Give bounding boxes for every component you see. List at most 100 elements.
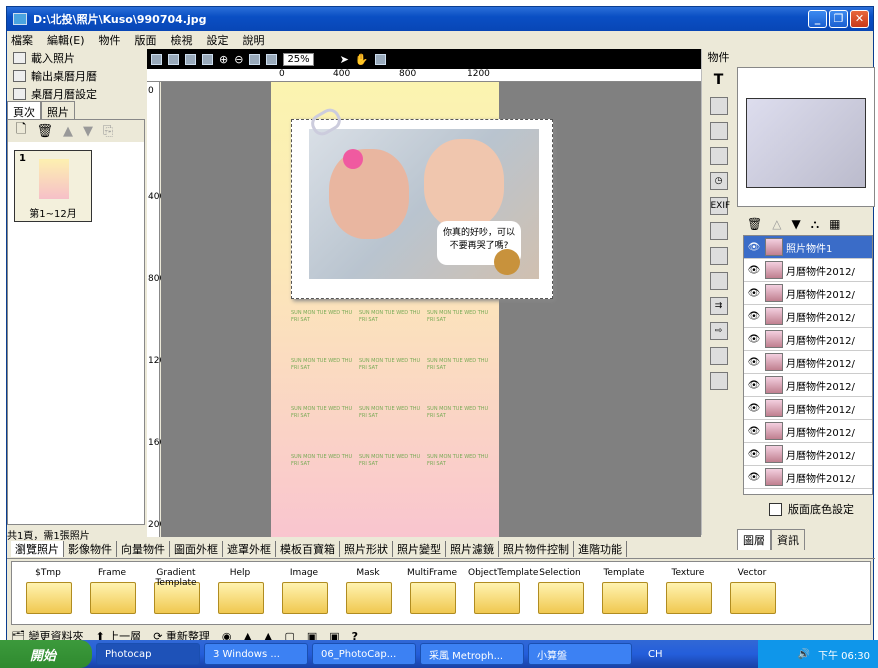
hand-icon[interactable]: ✋: [355, 53, 369, 66]
tab-advanced[interactable]: 進階功能: [574, 540, 627, 557]
eye-icon[interactable]: 👁: [746, 380, 762, 391]
layer-item[interactable]: 👁 月曆物件2012/: [744, 305, 872, 328]
layer-item[interactable]: 👁 照片物件1: [744, 236, 872, 259]
move-down-icon[interactable]: ▼: [791, 217, 800, 231]
tab-photo-control[interactable]: 照片物件控制: [499, 540, 574, 557]
tab-frames[interactable]: 圖面外框: [170, 540, 223, 557]
menu-view[interactable]: 檢視: [171, 32, 193, 48]
task-photocap[interactable]: Photocap: [96, 643, 200, 665]
clock-icon[interactable]: ◷: [709, 172, 728, 190]
photo-object[interactable]: 你真的好吵，可以 不要再哭了嗎?: [291, 104, 553, 299]
folder-item[interactable]: Template: [596, 568, 652, 618]
tab-browse-photos[interactable]: 瀏覽照片: [11, 540, 64, 557]
folder-item[interactable]: ObjectTemplate: [468, 568, 538, 618]
folder-item[interactable]: MultiFrame: [404, 568, 460, 618]
down-arrow-icon[interactable]: ▼: [83, 124, 93, 139]
pointer-icon[interactable]: ➤: [340, 53, 349, 66]
preview-image[interactable]: [746, 98, 866, 188]
folder-item[interactable]: Mask: [340, 568, 396, 618]
tab-photo-filters[interactable]: 照片濾鏡: [446, 540, 499, 557]
arrow-right-icon[interactable]: ⇨: [709, 322, 728, 340]
tab-image-objects[interactable]: 影像物件: [64, 540, 117, 557]
eye-icon[interactable]: 👁: [746, 357, 762, 368]
calendar-page[interactable]: 你真的好吵，可以 不要再哭了嗎? SUN MON TUE WED THU FRI…: [271, 82, 553, 537]
text-tool-icon[interactable]: T: [710, 72, 728, 90]
tab-masks[interactable]: 遮罩外框: [223, 540, 276, 557]
actual-size-icon[interactable]: [266, 53, 278, 65]
tab-vector-objects[interactable]: 向量物件: [117, 540, 170, 557]
page-thumbnail[interactable]: 1 第1~12月: [14, 150, 92, 222]
menu-file[interactable]: 檔案: [11, 32, 33, 48]
undo-icon[interactable]: [151, 53, 162, 65]
folder-item[interactable]: Selection: [532, 568, 588, 618]
layer-item[interactable]: 👁 月曆物件2012/: [744, 328, 872, 351]
eye-icon[interactable]: 👁: [746, 311, 762, 322]
eye-icon[interactable]: 👁: [746, 472, 762, 483]
cake-icon[interactable]: [709, 222, 728, 240]
delete-layer-icon[interactable]: 🗑: [747, 217, 762, 231]
fit-icon[interactable]: [249, 53, 261, 65]
tab-photo-shapes[interactable]: 照片形狀: [340, 540, 393, 557]
select-icon[interactable]: [374, 53, 386, 65]
folder-item[interactable]: Texture: [660, 568, 716, 618]
tab-pages[interactable]: 頁次: [7, 101, 41, 119]
layer-tool-icon[interactable]: [709, 147, 728, 165]
redo-icon[interactable]: [168, 53, 179, 65]
arrows-icon[interactable]: ⇉: [709, 297, 728, 315]
minimize-button[interactable]: _: [808, 10, 827, 28]
copy-object-icon[interactable]: [185, 53, 196, 65]
folder-item[interactable]: Gradient Template: [148, 568, 204, 618]
folder-item[interactable]: $Tmp: [20, 568, 76, 618]
layer-item[interactable]: 👁 月曆物件2012/: [744, 282, 872, 305]
load-photo-button[interactable]: 載入照片: [7, 49, 145, 67]
layer-item[interactable]: 👁 月曆物件2012/: [744, 351, 872, 374]
speech-icon[interactable]: [709, 272, 728, 290]
task-windows[interactable]: 3 Windows ...: [204, 643, 308, 665]
frame-tool-icon[interactable]: [709, 122, 728, 140]
layer-item[interactable]: 👁 月曆物件2012/: [744, 420, 872, 443]
lock-icon[interactable]: ⛬: [811, 217, 819, 232]
image-tool-icon[interactable]: [709, 97, 728, 115]
restore-button[interactable]: ❐: [829, 10, 848, 28]
folder-item[interactable]: Help: [212, 568, 268, 618]
eye-icon[interactable]: 👁: [746, 265, 762, 276]
eye-icon[interactable]: 👁: [746, 288, 762, 299]
task-photocap-doc[interactable]: 06_PhotoCap...: [312, 643, 416, 665]
clock[interactable]: 下午 06:30: [818, 647, 870, 662]
folder-item[interactable]: Image: [276, 568, 332, 618]
move-up-icon[interactable]: △: [772, 217, 781, 231]
volume-icon[interactable]: 🔊: [798, 649, 810, 660]
eye-icon[interactable]: 👁: [746, 334, 762, 345]
menu-object[interactable]: 物件: [99, 32, 121, 48]
up-arrow-icon[interactable]: ▲: [63, 124, 73, 139]
tab-photo-transform[interactable]: 照片變型: [393, 540, 446, 557]
tab-photos[interactable]: 照片: [41, 101, 75, 119]
calendar-icon[interactable]: [709, 247, 728, 265]
layer-item[interactable]: 👁 月曆物件2012/: [744, 397, 872, 420]
layer-item[interactable]: 👁 月曆物件2012/: [744, 374, 872, 397]
eye-icon[interactable]: 👁: [746, 403, 762, 414]
start-button[interactable]: 開始: [0, 640, 92, 668]
new-page-icon[interactable]: 🗋: [16, 120, 26, 142]
copy-icon[interactable]: ⎘: [103, 124, 113, 139]
menu-settings[interactable]: 設定: [207, 32, 229, 48]
paste-object-icon[interactable]: [202, 53, 213, 65]
bg-color-setting[interactable]: 版面底色設定: [769, 501, 854, 517]
menu-edit[interactable]: 編輯(E): [47, 32, 85, 48]
menu-layout[interactable]: 版面: [135, 32, 157, 48]
eye-icon[interactable]: 👁: [746, 242, 762, 253]
delete-icon[interactable]: 🗑: [36, 124, 53, 139]
bg-color-checkbox[interactable]: [769, 502, 782, 516]
pattern-icon[interactable]: [709, 372, 728, 390]
close-button[interactable]: ✕: [850, 10, 869, 28]
exif-icon[interactable]: EXIF: [709, 197, 730, 215]
canvas-area[interactable]: 你真的好吵，可以 不要再哭了嗎? SUN MON TUE WED THU FRI…: [161, 82, 701, 537]
layer-item[interactable]: 👁 月曆物件2012/: [744, 443, 872, 466]
layer-item[interactable]: 👁 月曆物件2012/: [744, 259, 872, 282]
folder-item[interactable]: Frame: [84, 568, 140, 618]
eye-icon[interactable]: 👁: [746, 449, 762, 460]
task-calculator[interactable]: 小算盤: [528, 643, 632, 665]
layer-item[interactable]: 👁 月曆物件2012/: [744, 466, 872, 489]
folder-item[interactable]: Vector: [724, 568, 780, 618]
export-calendar-button[interactable]: 輸出桌曆月曆: [7, 67, 145, 85]
